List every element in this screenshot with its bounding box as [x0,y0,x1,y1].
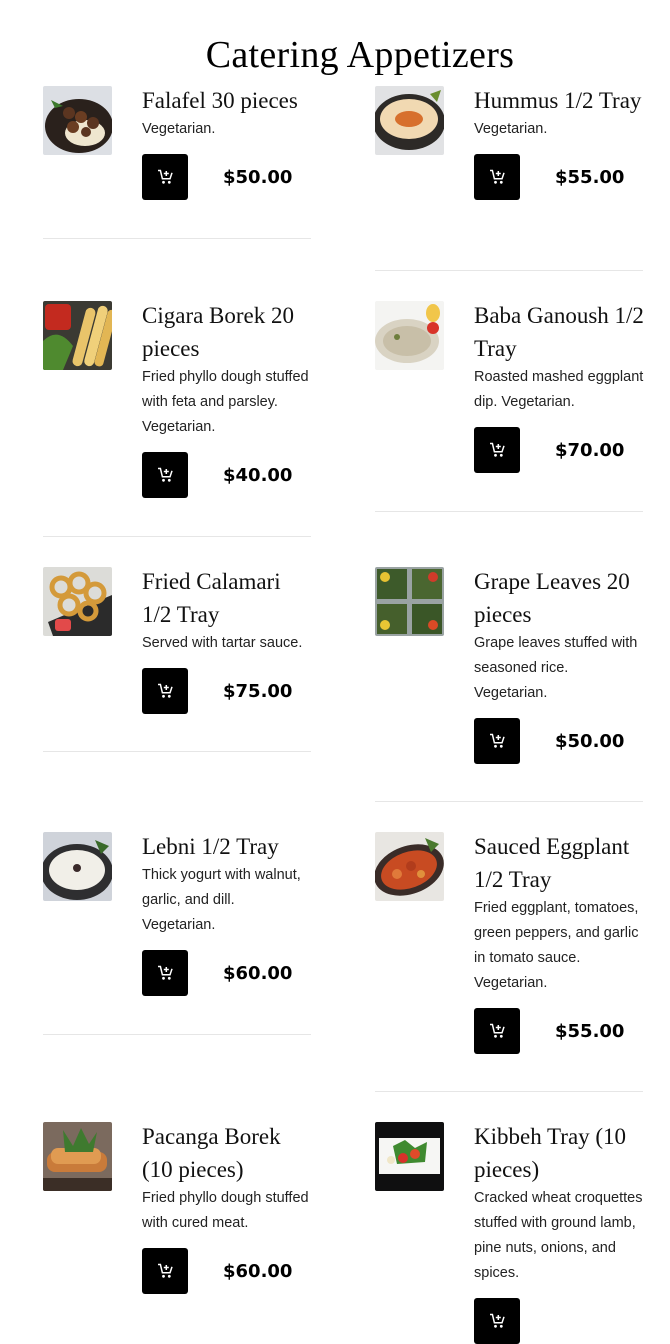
item-description: Fried eggplant, tomatoes, green peppers,… [474,900,639,991]
add-to-cart-button[interactable] [474,154,520,200]
item-price: $50.00 [223,166,293,188]
falafel-plate-image[interactable] [43,86,112,155]
divider [43,536,311,537]
divider [43,238,311,239]
add-to-cart-button[interactable] [142,452,188,498]
pacanga-borek-image[interactable] [43,1122,112,1191]
divider [375,1091,643,1092]
item-description: Roasted mashed eggplant dip. Vegetarian. [474,369,644,410]
item-name[interactable]: Grape Leaves 20 pieces [474,565,644,631]
divider [375,270,643,271]
add-to-cart-icon [157,965,173,980]
add-to-cart-icon [489,1313,505,1328]
cigara-borek-image[interactable] [43,301,112,370]
lebni-image[interactable] [43,832,112,901]
add-to-cart-button[interactable] [142,154,188,200]
item-price: $75.00 [223,680,293,702]
item-price: $60.00 [223,1260,293,1282]
divider [43,1034,311,1035]
sauced-eggplant-image[interactable] [375,832,444,901]
add-to-cart-button[interactable] [474,1008,520,1054]
item-price: $70.00 [555,439,625,461]
add-to-cart-icon [157,467,173,482]
item-price: $50.00 [555,730,625,752]
divider [43,751,311,752]
page-title: Catering Appetizers [205,34,515,77]
item-name[interactable]: Lebni 1/2 Tray [142,830,312,863]
grape-leaves-image[interactable] [375,567,444,636]
item-name[interactable]: Fried Calamari 1/2 Tray [142,565,312,631]
item-name[interactable]: Baba Ganoush 1/2 Tray [474,299,644,365]
item-description: Fried phyllo dough stuffed with feta and… [142,369,309,435]
hummus-plate-image[interactable] [375,86,444,155]
add-to-cart-button[interactable] [142,668,188,714]
divider [375,511,643,512]
add-to-cart-button[interactable] [474,718,520,764]
item-description: Vegetarian. [474,121,548,137]
fried-calamari-image[interactable] [43,567,112,636]
item-price: $60.00 [223,962,293,984]
item-name[interactable]: Hummus 1/2 Tray [474,84,644,117]
add-to-cart-icon [157,169,173,184]
add-to-cart-icon [157,1263,173,1278]
item-name[interactable]: Pacanga Borek (10 pieces) [142,1120,312,1186]
item-name[interactable]: Sauced Eggplant 1/2 Tray [474,830,644,896]
add-to-cart-icon [157,683,173,698]
add-to-cart-button[interactable] [474,427,520,473]
item-description: Fried phyllo dough stuffed with cured me… [142,1190,309,1231]
item-name[interactable]: Falafel 30 pieces [142,84,312,117]
add-to-cart-button[interactable] [142,1248,188,1294]
item-name[interactable]: Kibbeh Tray (10 pieces) [474,1120,644,1186]
add-to-cart-button[interactable] [474,1298,520,1344]
item-price: $40.00 [223,464,293,486]
add-to-cart-icon [489,1023,505,1038]
item-description: Thick yogurt with walnut, garlic, and di… [142,867,301,933]
add-to-cart-icon [489,169,505,184]
item-price: $55.00 [555,1020,625,1042]
item-description: Grape leaves stuffed with seasoned rice.… [474,635,638,701]
item-description: Served with tartar sauce. [142,635,303,651]
item-price: $55.00 [555,166,625,188]
divider [375,801,643,802]
kibbeh-tray-image[interactable] [375,1122,444,1191]
item-description: Vegetarian. [142,121,216,137]
add-to-cart-icon [489,733,505,748]
add-to-cart-icon [489,442,505,457]
baba-ganoush-image[interactable] [375,301,444,370]
item-name[interactable]: Cigara Borek 20 pieces [142,299,312,365]
item-description: Cracked wheat croquettes stuffed with gr… [474,1190,643,1281]
add-to-cart-button[interactable] [142,950,188,996]
